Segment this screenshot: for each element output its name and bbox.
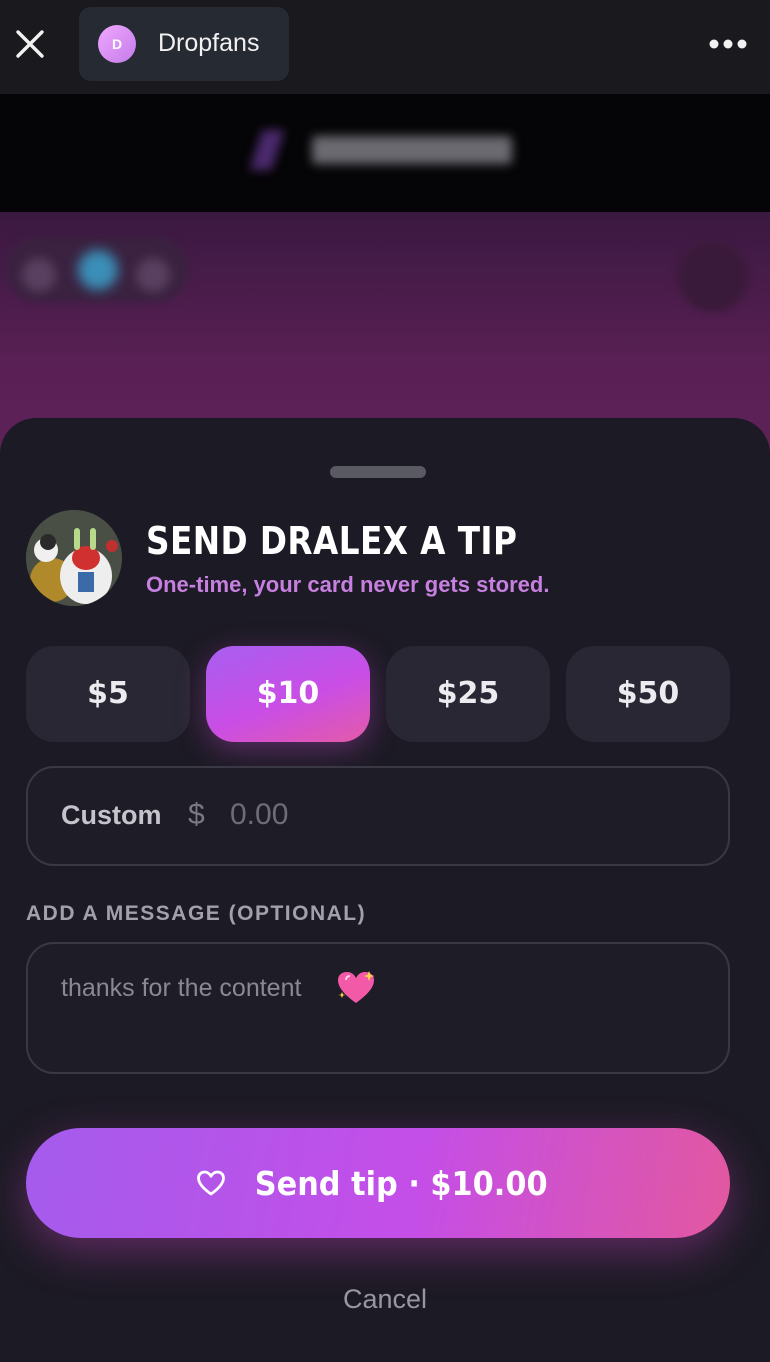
heart-icon — [196, 1170, 225, 1196]
background-avatar — [136, 258, 170, 292]
cancel-button[interactable]: Cancel — [0, 1284, 770, 1315]
browser-top-bar: D Dropfans — [0, 0, 770, 94]
close-button[interactable] — [12, 26, 48, 62]
amount-option-5[interactable]: $5 — [26, 646, 190, 742]
close-icon — [16, 30, 44, 58]
amount-option-10[interactable]: $10 — [206, 646, 370, 742]
tip-sheet: SEND DRALEX A TIP One-time, your card ne… — [0, 418, 770, 1362]
sheet-drag-handle[interactable] — [330, 466, 426, 478]
tab-title: Dropfans — [158, 29, 260, 57]
send-tip-label: Send tip · $10.00 — [254, 1163, 548, 1203]
sparkling-heart-icon — [338, 971, 375, 1003]
creator-avatar — [26, 510, 122, 606]
background-header — [0, 94, 770, 212]
tab-avatar: D — [98, 25, 136, 63]
background-avatar — [78, 250, 118, 290]
more-horizontal-icon — [709, 39, 747, 49]
message-field[interactable]: thanks for the content — [26, 942, 730, 1074]
message-label: ADD A MESSAGE (OPTIONAL) — [26, 902, 367, 925]
sheet-title: SEND DRALEX A TIP — [146, 519, 518, 563]
amount-option-25[interactable]: $25 — [386, 646, 550, 742]
amount-option-50[interactable]: $50 — [566, 646, 730, 742]
background-logo — [249, 130, 516, 170]
send-tip-button[interactable]: Send tip · $10.00 — [26, 1128, 730, 1238]
currency-symbol: $ — [188, 798, 205, 831]
more-button[interactable] — [706, 30, 750, 58]
tab-dropfans[interactable]: D Dropfans — [79, 7, 289, 81]
custom-amount-input[interactable] — [228, 790, 692, 840]
custom-amount-field[interactable]: Custom $ — [26, 766, 730, 866]
background-avatar — [22, 258, 56, 292]
background-button — [678, 242, 748, 312]
sheet-subtitle: One-time, your card never gets stored. — [146, 572, 550, 597]
custom-amount-label: Custom — [61, 800, 162, 830]
message-text: thanks for the content — [61, 974, 302, 1002]
